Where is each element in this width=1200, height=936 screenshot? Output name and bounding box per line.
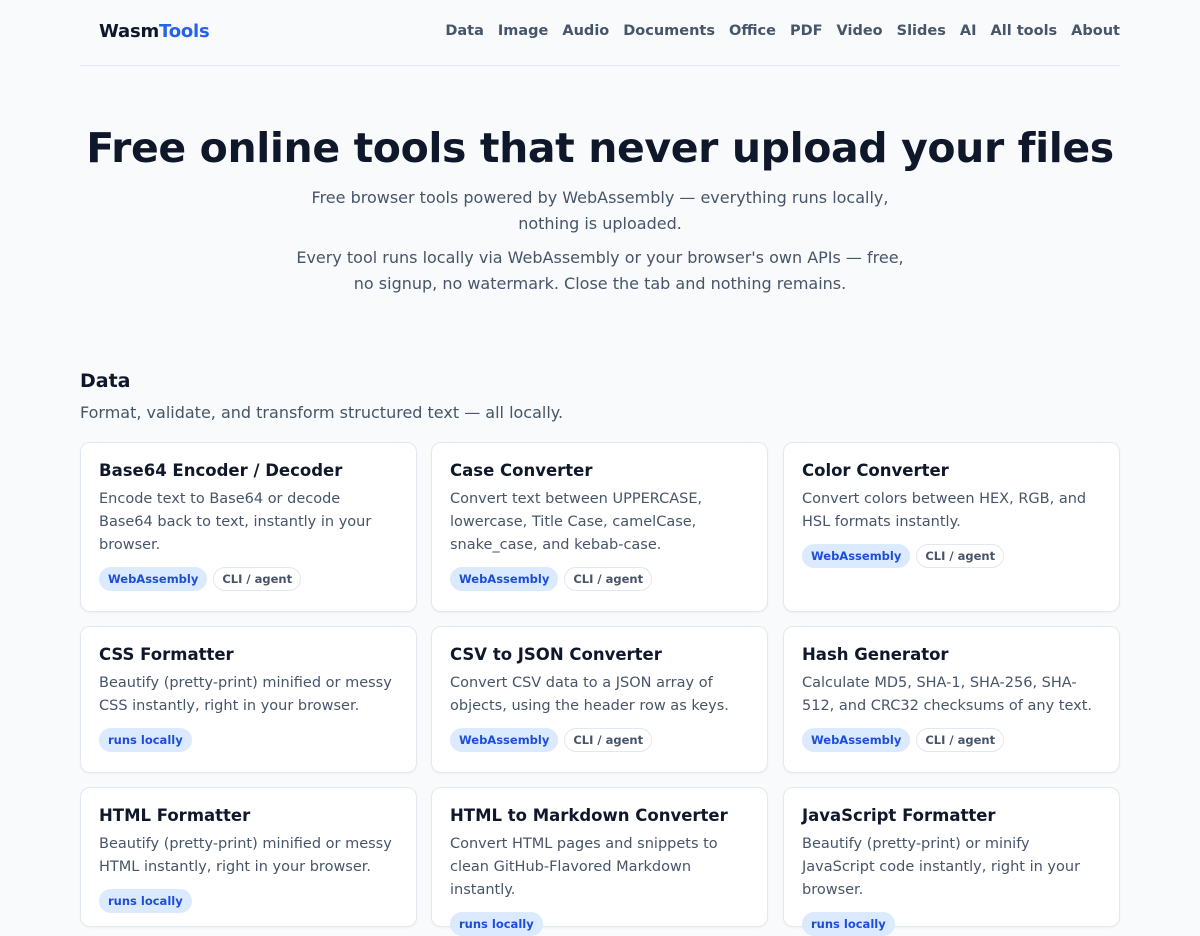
- tool-card-description: Calculate MD5, SHA-1, SHA-256, SHA-512, …: [802, 675, 1093, 714]
- tool-card-badges: runs locally: [99, 728, 398, 752]
- tool-card[interactable]: CSV to JSON Converter Convert CSV data to…: [431, 626, 768, 773]
- tool-card-title: Hash Generator: [802, 645, 949, 664]
- runs-locally-badge: runs locally: [99, 889, 192, 913]
- tool-card[interactable]: Base64 Encoder / Decoder Encode text to B…: [80, 442, 417, 612]
- hero-title: Free online tools that never upload your…: [86, 124, 1114, 172]
- nav-pdf[interactable]: PDF: [790, 23, 823, 39]
- webassembly-badge: WebAssembly: [450, 728, 559, 752]
- tool-card-description: Beautify (pretty-print) or minify JavaSc…: [802, 836, 1081, 898]
- tool-card[interactable]: HTML Formatter Beautify (pretty-print) mi…: [80, 787, 417, 927]
- tool-card-description: Beautify (pretty-print) minified or mess…: [99, 836, 392, 875]
- nav-office[interactable]: Office: [729, 23, 776, 39]
- tool-card-description: Convert text between UPPERCASE, lowercas…: [450, 491, 703, 553]
- tool-card-title: HTML Formatter: [99, 806, 251, 825]
- nav-image[interactable]: Image: [498, 23, 549, 39]
- webassembly-badge: WebAssembly: [99, 567, 208, 591]
- cli-agent-badge: CLI / agent: [916, 728, 1005, 752]
- runs-locally-badge: runs locally: [99, 728, 192, 752]
- tool-card-title: CSV to JSON Converter: [450, 645, 662, 664]
- tool-card-title: HTML to Markdown Converter: [450, 806, 728, 825]
- tool-card[interactable]: Case Converter Convert text between UPPER…: [431, 442, 768, 612]
- tool-card-description: Convert CSV data to a JSON array of obje…: [450, 675, 729, 714]
- tool-card-description: Convert colors between HEX, RGB, and HSL…: [802, 491, 1087, 530]
- tool-card-badges: runs locally: [99, 889, 398, 913]
- nav-ai[interactable]: AI: [960, 23, 977, 39]
- section-title-data: Data: [80, 370, 131, 392]
- tool-card-description: Convert HTML pages and snippets to clean…: [450, 836, 718, 898]
- nav-all-tools[interactable]: All tools: [991, 23, 1058, 39]
- tool-card[interactable]: CSS Formatter Beautify (pretty-print) min…: [80, 626, 417, 773]
- cli-agent-badge: CLI / agent: [564, 728, 653, 752]
- site-header: WasmTools Data Image Audio Documents Off…: [80, 0, 1120, 66]
- cli-agent-badge: CLI / agent: [213, 567, 302, 591]
- tool-card-title: Color Converter: [802, 461, 949, 480]
- tool-card-title: Base64 Encoder / Decoder: [99, 461, 343, 480]
- tool-card[interactable]: HTML to Markdown Converter Convert HTML p…: [431, 787, 768, 936]
- runs-locally-badge: runs locally: [802, 912, 895, 936]
- tool-card[interactable]: JavaScript Formatter Beautify (pretty-pri…: [783, 787, 1120, 936]
- tool-card-title: CSS Formatter: [99, 645, 234, 664]
- cli-agent-badge: CLI / agent: [916, 544, 1005, 568]
- tool-card-badges: WebAssembly CLI / agent: [802, 728, 1101, 752]
- tool-card-badges: WebAssembly CLI / agent: [450, 728, 749, 752]
- tool-card-badges: runs locally: [450, 912, 749, 936]
- nav-audio[interactable]: Audio: [562, 23, 609, 39]
- runs-locally-badge: runs locally: [450, 912, 543, 936]
- tool-card-description: Beautify (pretty-print) minified or mess…: [99, 675, 392, 714]
- logo-text-wasm: Wasm: [99, 21, 160, 42]
- tool-card-title: Case Converter: [450, 461, 593, 480]
- tool-card-badges: WebAssembly CLI / agent: [99, 567, 398, 591]
- webassembly-badge: WebAssembly: [802, 728, 911, 752]
- main-nav: Data Image Audio Documents Office PDF Vi…: [445, 23, 1120, 39]
- nav-slides[interactable]: Slides: [897, 23, 946, 39]
- tool-card[interactable]: Color Converter Convert colors between HE…: [783, 442, 1120, 612]
- nav-about[interactable]: About: [1071, 23, 1120, 39]
- section-description: Format, validate, and transform structur…: [80, 403, 564, 422]
- nav-documents[interactable]: Documents: [623, 23, 715, 39]
- tool-card[interactable]: Hash Generator Calculate MD5, SHA-1, SHA-…: [783, 626, 1120, 773]
- nav-data[interactable]: Data: [445, 23, 484, 39]
- nav-video[interactable]: Video: [837, 23, 883, 39]
- tool-card-description: Encode text to Base64 or decode Base64 b…: [99, 491, 372, 553]
- hero-description: Every tool runs locally via WebAssembly …: [296, 248, 904, 293]
- cli-agent-badge: CLI / agent: [564, 567, 653, 591]
- tool-card-badges: WebAssembly CLI / agent: [802, 544, 1101, 568]
- tool-card-badges: runs locally: [802, 912, 1101, 936]
- site-logo[interactable]: WasmTools: [99, 21, 210, 42]
- tool-card-title: JavaScript Formatter: [802, 806, 996, 825]
- tool-card-badges: WebAssembly CLI / agent: [450, 567, 749, 591]
- logo-text-tools: Tools: [159, 21, 210, 42]
- webassembly-badge: WebAssembly: [802, 544, 911, 568]
- hero-subtitle: Free browser tools powered by WebAssembl…: [311, 188, 889, 233]
- webassembly-badge: WebAssembly: [450, 567, 559, 591]
